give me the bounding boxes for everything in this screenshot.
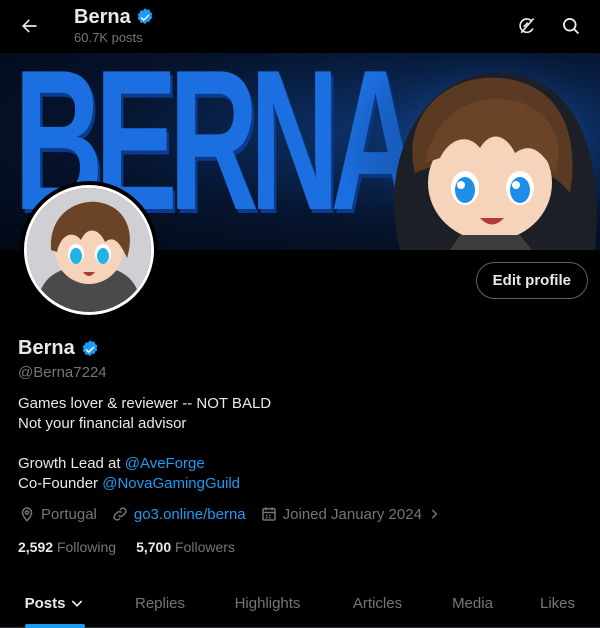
- joined-text: Joined January 2024: [282, 505, 422, 523]
- novagamingguild-link[interactable]: @NovaGamingGuild: [102, 475, 240, 492]
- bio-line: Games lover & reviewer -- NOT BALD: [18, 395, 272, 412]
- verified-badge-icon[interactable]: [80, 339, 100, 359]
- growth-prefix: Growth Lead at: [18, 455, 125, 472]
- profile-handle: @Berna7224: [18, 364, 107, 381]
- profile-name: Berna: [18, 337, 75, 359]
- tab-media[interactable]: Media: [430, 578, 515, 628]
- website-link[interactable]: go3.online/berna: [134, 506, 246, 523]
- aveforge-link[interactable]: @AveForge: [125, 455, 205, 472]
- tab-replies-label: Replies: [134, 594, 186, 612]
- tab-highlights-label: Highlights: [234, 594, 301, 612]
- header-name-row: Berna: [74, 5, 155, 29]
- followers-count: 5,700: [136, 539, 172, 555]
- following-count: 2,592: [18, 539, 54, 555]
- verified-badge-icon: [137, 8, 153, 25]
- bio-line: Not your financial advisor: [18, 415, 187, 432]
- header-title-block: Berna 60.7K posts: [74, 5, 155, 45]
- profile-meta: Portugal go3.online/berna Joined January…: [18, 505, 455, 523]
- search-icon: [563, 18, 580, 35]
- link-icon: [113, 507, 127, 521]
- header-posts-count: 60.7K posts: [74, 30, 143, 45]
- tab-articles[interactable]: Articles: [325, 578, 430, 628]
- followers-label: Followers: [175, 539, 235, 555]
- website-item: go3.online/berna: [111, 505, 246, 523]
- top-bar: Berna 60.7K posts: [0, 0, 600, 53]
- avatar-image: [27, 188, 151, 312]
- joined-item[interactable]: Joined January 2024: [260, 505, 441, 523]
- grok-icon: [519, 17, 535, 34]
- profile-avatar[interactable]: [20, 181, 158, 319]
- followers-stat[interactable]: 5,700 Followers: [136, 539, 235, 555]
- tab-replies[interactable]: Replies: [110, 578, 210, 628]
- search-button[interactable]: [554, 9, 588, 43]
- tab-articles-label: Articles: [352, 594, 403, 612]
- cofounder-prefix: Co-Founder: [18, 475, 103, 492]
- following-label: Following: [56, 539, 117, 555]
- tab-highlights[interactable]: Highlights: [210, 578, 325, 628]
- bio-spacer: [18, 434, 578, 454]
- chevron-right-icon: [431, 509, 438, 519]
- calendar-icon: [261, 507, 276, 521]
- profile-bio: Games lover & reviewer -- NOT BALD Not y…: [18, 394, 578, 494]
- bio-line-growth: Growth Lead at @AveForge: [18, 454, 578, 474]
- profile-tabs: Posts Replies Highlights Articles Media …: [0, 578, 600, 628]
- header-name: Berna: [74, 6, 131, 28]
- tab-posts[interactable]: Posts: [0, 578, 110, 628]
- location-text: Portugal: [41, 505, 97, 523]
- banner-character-illustration: [340, 53, 600, 250]
- tab-posts-label: Posts: [24, 594, 66, 612]
- bio-line-cofounder: Co-Founder @NovaGamingGuild: [18, 474, 578, 494]
- profile-stats: 2,592 Following 5,700 Followers: [18, 539, 235, 555]
- tab-likes-label: Likes: [539, 594, 576, 612]
- tab-media-label: Media: [452, 594, 493, 612]
- edit-profile-button[interactable]: Edit profile: [475, 262, 588, 299]
- arrow-left-icon: [22, 19, 37, 33]
- location-pin-icon: [21, 507, 33, 522]
- back-button[interactable]: [12, 9, 46, 43]
- grok-button[interactable]: [510, 9, 544, 43]
- following-stat[interactable]: 2,592 Following: [18, 539, 116, 555]
- tab-likes[interactable]: Likes: [515, 578, 600, 628]
- profile-name-row: Berna: [18, 337, 100, 360]
- chevron-down-icon: [72, 600, 83, 607]
- active-tab-indicator: [24, 624, 86, 628]
- location-item: Portugal: [18, 505, 97, 523]
